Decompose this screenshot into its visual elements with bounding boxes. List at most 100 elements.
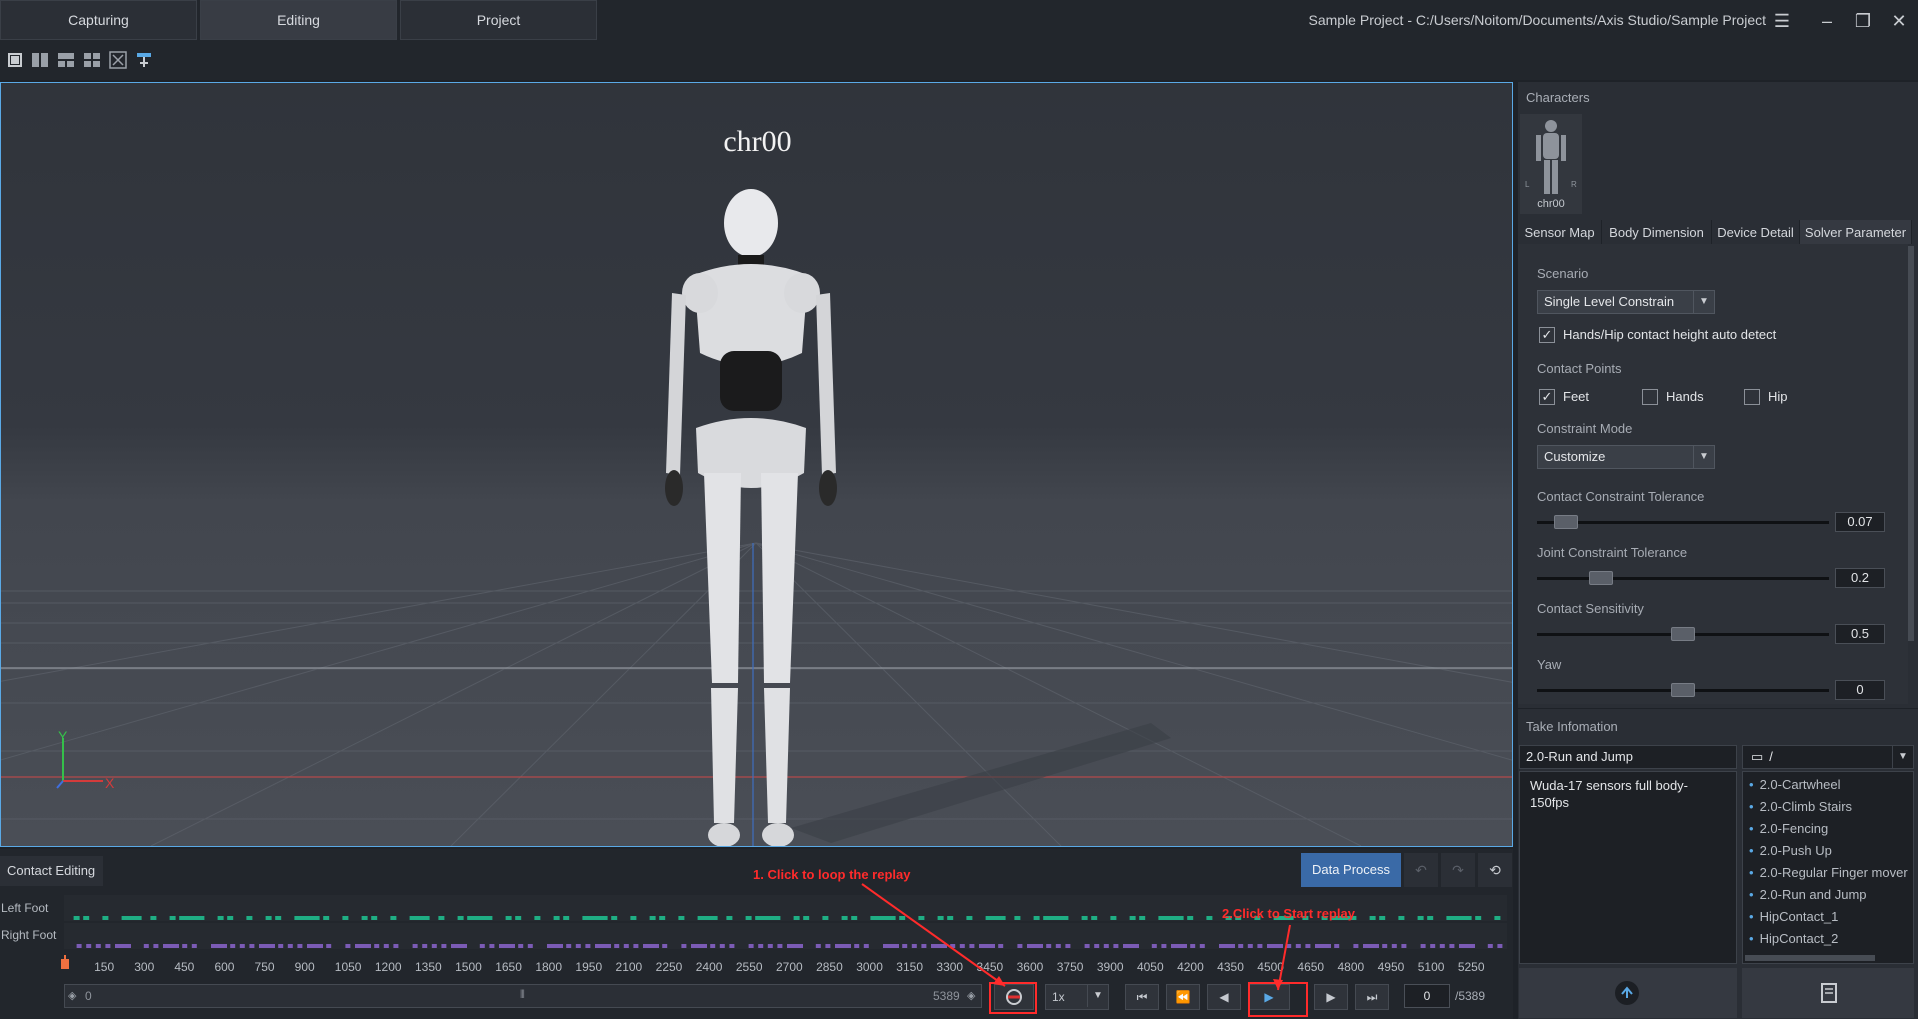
right-foot-contact-segment[interactable] [1334, 944, 1340, 948]
left-foot-contact-segment[interactable] [1091, 916, 1098, 920]
minimize-icon[interactable]: – [1814, 8, 1840, 34]
right-foot-contact-segment[interactable] [1094, 944, 1100, 948]
right-foot-contact-segment[interactable] [383, 944, 389, 948]
contact-tracks[interactable] [64, 895, 1507, 955]
go-to-start-button[interactable]: ⏮ [1125, 984, 1159, 1010]
left-foot-contact-segment[interactable] [649, 916, 656, 920]
tab-sensor-map[interactable]: Sensor Map [1518, 220, 1602, 244]
right-foot-contact-segment[interactable] [796, 944, 802, 948]
right-foot-contact-segment[interactable] [182, 944, 188, 948]
left-foot-contact-segment[interactable] [793, 916, 800, 920]
left-foot-contact-segment[interactable] [755, 916, 776, 920]
left-foot-contact-segment[interactable] [899, 916, 906, 920]
left-foot-contact-segment[interactable] [227, 916, 234, 920]
contact-sensitivity-input[interactable]: 0.5 [1835, 624, 1885, 644]
left-foot-contact-segment[interactable] [1158, 916, 1179, 920]
left-foot-contact-segment[interactable] [995, 916, 1002, 920]
left-foot-contact-segment[interactable] [1206, 916, 1213, 920]
fit-view-icon[interactable] [108, 50, 128, 70]
right-foot-contact-segment[interactable] [1084, 944, 1090, 948]
3d-viewport[interactable]: chr00 Y X [0, 82, 1513, 847]
hamburger-menu-icon[interactable]: ☰ [1769, 8, 1795, 34]
right-foot-contact-segment[interactable] [652, 944, 658, 948]
right-foot-contact-segment[interactable] [1055, 944, 1061, 948]
right-foot-contact-segment[interactable] [124, 944, 130, 948]
contact-constraint-tolerance-input[interactable]: 0.07 [1835, 512, 1885, 532]
left-foot-contact-segment[interactable] [1177, 916, 1184, 920]
take-name-field[interactable]: 2.0-Run and Jump [1519, 745, 1737, 769]
right-foot-contact-segment[interactable] [566, 944, 572, 948]
hip-checkbox[interactable] [1744, 389, 1760, 405]
left-foot-contact-segment[interactable] [937, 916, 944, 920]
right-foot-contact-segment[interactable] [1295, 944, 1301, 948]
left-foot-contact-segment[interactable] [582, 916, 603, 920]
left-foot-contact-segment[interactable] [342, 916, 349, 920]
right-foot-contact-segment[interactable] [1420, 944, 1426, 948]
right-foot-contact-segment[interactable] [767, 944, 773, 948]
calibration-icon[interactable] [134, 50, 154, 70]
right-foot-contact-segment[interactable] [1247, 944, 1253, 948]
undo-icon[interactable]: ↶ [1404, 853, 1438, 887]
left-foot-contact-segment[interactable] [1110, 916, 1117, 920]
right-foot-contact-segment[interactable] [1401, 944, 1407, 948]
left-foot-contact-segment[interactable] [390, 916, 397, 920]
right-foot-contact-segment[interactable] [959, 944, 965, 948]
take-list-item[interactable]: 2.0-Run and Jump [1749, 884, 1913, 906]
tab-device-detail[interactable]: Device Detail [1712, 220, 1800, 244]
two-column-view-icon[interactable] [30, 50, 50, 70]
right-foot-contact-segment[interactable] [758, 944, 764, 948]
left-foot-contact-segment[interactable] [1187, 916, 1194, 920]
right-foot-contact-segment[interactable] [297, 944, 303, 948]
right-foot-contact-segment[interactable] [1372, 944, 1378, 948]
right-foot-contact-segment[interactable] [777, 944, 783, 948]
left-foot-contact-segment[interactable] [611, 916, 618, 920]
take-list[interactable]: 2.0-Cartwheel 2.0-Climb Stairs 2.0-Fenci… [1742, 771, 1914, 964]
restore-icon[interactable]: ❐ [1850, 8, 1876, 34]
right-foot-contact-segment[interactable] [825, 944, 831, 948]
left-foot-contact-segment[interactable] [275, 916, 282, 920]
close-icon[interactable]: ✕ [1886, 8, 1912, 34]
left-foot-contact-segment[interactable] [198, 916, 205, 920]
left-foot-contact-segment[interactable] [966, 916, 973, 920]
left-foot-contact-segment[interactable] [515, 916, 522, 920]
left-foot-contact-segment[interactable] [131, 916, 138, 920]
left-foot-contact-segment[interactable] [1446, 916, 1467, 920]
take-list-item[interactable]: HipContact_1 [1749, 906, 1913, 928]
panel-scrollbar[interactable] [1908, 246, 1914, 641]
right-foot-contact-segment[interactable] [1065, 944, 1071, 948]
joint-constraint-tolerance-slider[interactable] [1537, 577, 1829, 580]
tab-editing[interactable]: Editing [200, 0, 397, 40]
right-foot-contact-segment[interactable] [748, 944, 754, 948]
left-foot-contact-segment[interactable] [371, 916, 378, 920]
three-pane-view-icon[interactable] [56, 50, 76, 70]
reset-icon[interactable]: ⟲ [1478, 853, 1512, 887]
right-foot-contact-segment[interactable] [595, 944, 611, 948]
left-foot-contact-segment[interactable] [169, 916, 176, 920]
left-foot-contact-segment[interactable] [486, 916, 493, 920]
right-foot-contact-segment[interactable] [1017, 944, 1023, 948]
right-foot-contact-segment[interactable] [278, 944, 284, 948]
right-foot-contact-segment[interactable] [374, 944, 380, 948]
left-foot-contact-segment[interactable] [889, 916, 896, 920]
next-frame-button[interactable]: ▶ [1314, 984, 1348, 1010]
right-foot-contact-segment[interactable] [969, 944, 975, 948]
take-list-item[interactable]: 2.0-Regular Finger mover [1749, 862, 1913, 884]
left-foot-contact-segment[interactable] [1417, 916, 1424, 920]
left-foot-contact-segment[interactable] [294, 916, 315, 920]
joint-constraint-tolerance-knob[interactable] [1589, 571, 1614, 585]
take-list-item[interactable]: HipContact_2 [1749, 928, 1913, 950]
range-left-handle-icon[interactable]: ◈ [68, 989, 76, 1002]
right-foot-contact-segment[interactable] [585, 944, 591, 948]
left-foot-contact-segment[interactable] [1475, 916, 1482, 920]
right-foot-contact-segment[interactable] [911, 944, 917, 948]
take-list-item[interactable]: 2.0-Fencing [1749, 818, 1913, 840]
take-list-item[interactable]: 2.0-Cartwheel [1749, 774, 1913, 796]
right-foot-contact-segment[interactable] [441, 944, 447, 948]
left-foot-contact-segment[interactable] [534, 916, 541, 920]
left-foot-contact-segment[interactable] [1494, 916, 1501, 920]
left-foot-contact-segment[interactable] [918, 916, 925, 920]
range-right-handle-icon[interactable]: ◈ [967, 989, 975, 1002]
left-foot-contact-segment[interactable] [1465, 916, 1472, 920]
right-foot-contact-segment[interactable] [460, 944, 466, 948]
left-foot-contact-segment[interactable] [265, 916, 272, 920]
